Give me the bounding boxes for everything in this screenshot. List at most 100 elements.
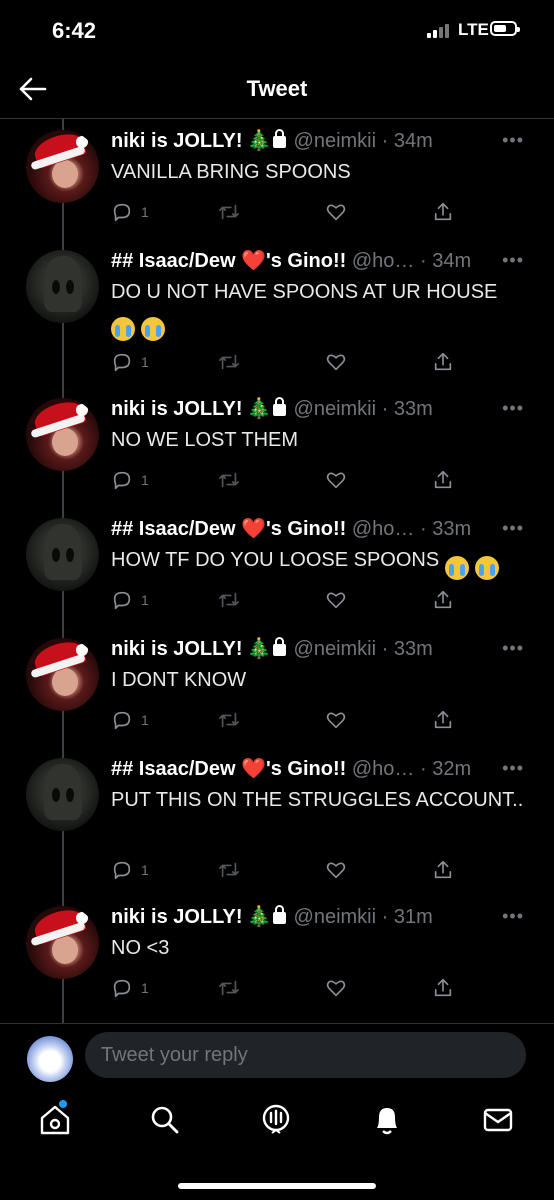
more-options-icon[interactable]: ••• [502,638,524,659]
share-icon [432,589,454,611]
more-options-icon[interactable]: ••• [502,758,524,779]
more-options-icon[interactable]: ••• [502,906,524,927]
user-avatar[interactable] [27,1036,73,1082]
like-button[interactable] [325,468,347,492]
handle[interactable]: @ho… [352,250,415,272]
hooded-figure-avatar[interactable] [26,518,99,591]
reply-button[interactable]: 1 [111,858,149,882]
tweet-actions: 1 [111,468,461,492]
header: Tweet [0,60,554,119]
lock-icon [272,905,286,924]
reply-count: 1 [141,862,149,878]
handle[interactable]: @neimkii [294,398,377,420]
handle[interactable]: @ho… [352,758,415,780]
reply-button[interactable]: 1 [111,708,149,732]
handle[interactable]: @ho… [352,518,415,540]
reply-count: 1 [141,472,149,488]
tweet-body: DO U NOT HAVE SPOONS AT UR HOUSE [111,281,498,303]
share-button[interactable] [432,350,454,374]
lock-icon [272,637,286,656]
timestamp: 32m [432,758,472,780]
retweet-button[interactable] [217,858,241,882]
share-button[interactable] [432,200,454,224]
share-button[interactable] [432,858,454,882]
more-options-icon[interactable]: ••• [502,250,524,271]
home-icon[interactable] [37,1100,73,1138]
notifications-icon[interactable] [369,1102,405,1138]
display-name[interactable]: ## Isaac/Dew ❤️'s Gino!! [111,518,346,540]
retweet-button[interactable] [217,200,241,224]
reply-input[interactable]: Tweet your reply [85,1032,526,1078]
notification-dot [59,1100,67,1108]
reply-count: 1 [141,980,149,996]
reply-button[interactable]: 1 [111,468,149,492]
display-name[interactable]: niki is JOLLY! [111,398,243,420]
handle[interactable]: @neimkii [294,638,377,660]
heart-icon [325,709,347,731]
like-button[interactable] [325,588,347,612]
tweet-body: PUT THIS ON THE STRUGGLES ACCOUNT.. [111,789,524,811]
christmas-tree-icon: 🎄 [246,906,272,928]
tweet-text: DO U NOT HAVE SPOONS AT UR HOUSE 😭😭 [111,278,534,341]
santa-hat-avatar[interactable] [26,130,99,203]
tweet-meta: niki is JOLLY! 🎄 @neimkii · 34m [111,128,534,154]
heart-icon [325,589,347,611]
tweet-body: NO WE LOST THEM [111,429,299,451]
retweet-icon [217,977,241,999]
more-options-icon[interactable]: ••• [502,130,524,151]
reply-count: 1 [141,354,149,370]
tweet-text: I DONT KNOW [111,666,534,695]
display-name[interactable]: ## Isaac/Dew ❤️'s Gino!! [111,250,346,272]
like-button[interactable] [325,976,347,1000]
hooded-figure-avatar[interactable] [26,250,99,323]
santa-hat-avatar[interactable] [26,638,99,711]
share-button[interactable] [432,708,454,732]
retweet-button[interactable] [217,976,241,1000]
timestamp: 33m [393,638,433,660]
retweet-button[interactable] [217,468,241,492]
separator-dot: · [414,758,433,780]
handle[interactable]: @neimkii [294,906,377,928]
reply-button[interactable]: 1 [111,976,149,1000]
tweet-actions: 1 [111,976,461,1000]
reply-composer: Tweet your reply [0,1023,554,1088]
reply-button[interactable]: 1 [111,588,149,612]
like-button[interactable] [325,350,347,374]
display-name[interactable]: niki is JOLLY! [111,638,243,660]
display-name[interactable]: niki is JOLLY! [111,906,243,928]
display-name[interactable]: ## Isaac/Dew ❤️'s Gino!! [111,758,346,780]
retweet-icon [217,469,241,491]
tweet-actions: 1 [111,588,461,612]
hooded-figure-avatar[interactable] [26,758,99,831]
more-options-icon[interactable]: ••• [502,398,524,419]
home-indicator [178,1183,376,1189]
share-button[interactable] [432,976,454,1000]
timestamp: 34m [432,250,472,272]
tweet-meta: ## Isaac/Dew ❤️'s Gino!! @ho… · 32m [111,756,534,782]
retweet-button[interactable] [217,708,241,732]
reply-button[interactable]: 1 [111,200,149,224]
messages-icon[interactable] [480,1102,516,1138]
tweet-actions: 1 [111,200,461,224]
christmas-tree-icon: 🎄 [246,130,272,152]
retweet-button[interactable] [217,588,241,612]
display-name[interactable]: niki is JOLLY! [111,130,243,152]
like-button[interactable] [325,200,347,224]
reply-icon [111,589,133,611]
share-icon [432,859,454,881]
santa-hat-avatar[interactable] [26,398,99,471]
retweet-button[interactable] [217,350,241,374]
search-icon[interactable] [147,1102,183,1138]
tweet-text: HOW TF DO YOU LOOSE SPOONS 😭😭 [111,546,534,580]
reply-icon [111,977,133,999]
santa-hat-avatar[interactable] [26,906,99,979]
share-button[interactable] [432,588,454,612]
share-button[interactable] [432,468,454,492]
like-button[interactable] [325,858,347,882]
handle[interactable]: @neimkii [294,130,377,152]
more-options-icon[interactable]: ••• [502,518,524,539]
like-button[interactable] [325,708,347,732]
reply-button[interactable]: 1 [111,350,149,374]
spaces-icon[interactable] [258,1102,294,1138]
tweet-actions: 1 [111,350,461,374]
